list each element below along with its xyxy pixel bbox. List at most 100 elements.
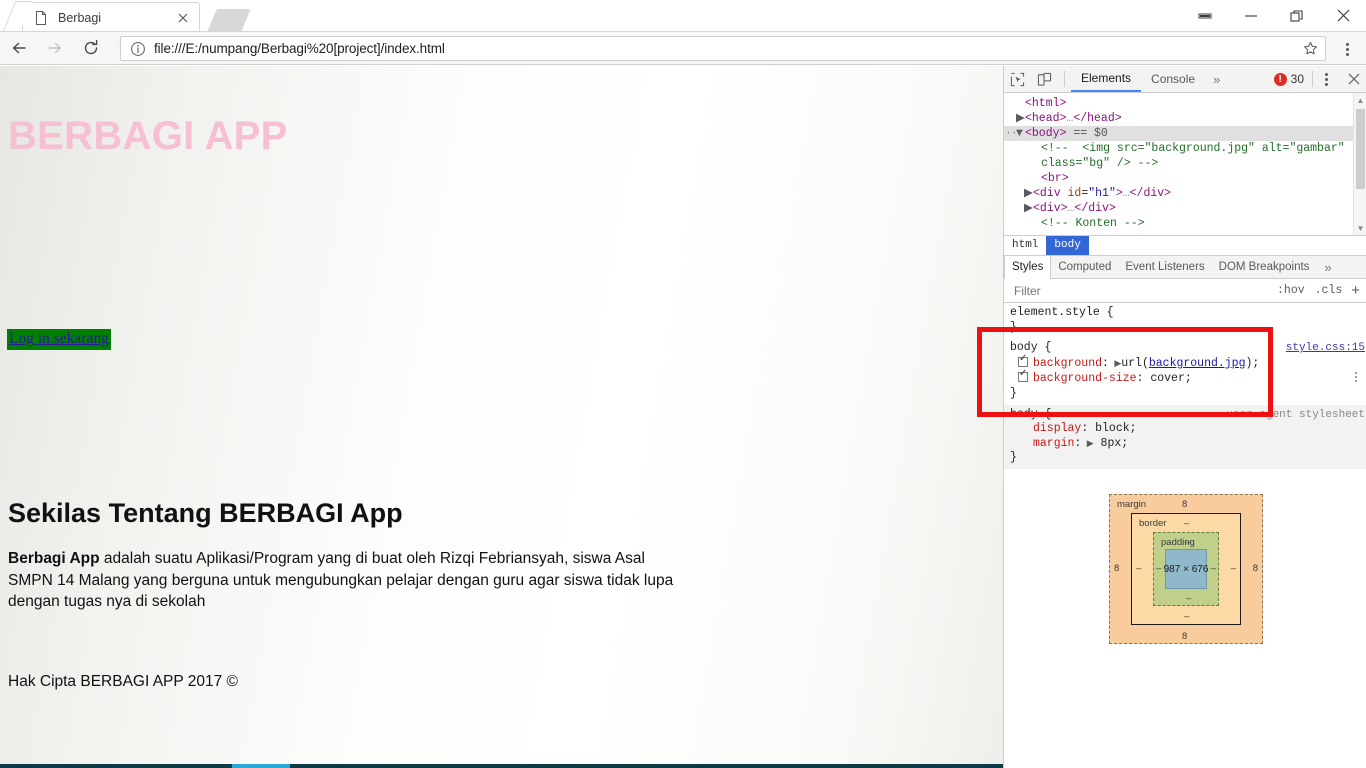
dom-tree-scrollbar[interactable]: ▲ ▼	[1353, 93, 1366, 235]
styles-filter-row: :hov .cls +	[1004, 279, 1366, 303]
minimize-icon[interactable]	[1228, 0, 1274, 31]
more-panels-icon[interactable]: »	[1205, 72, 1228, 87]
css-declaration[interactable]: margin: ▶ 8px;	[1010, 437, 1366, 452]
tab-dom-breakpoints[interactable]: DOM Breakpoints	[1212, 256, 1317, 279]
box-model-diagram: 987 × 676 margin border padding 8 8 8 8 …	[1109, 494, 1263, 644]
dom-tree-node[interactable]: <html>	[1004, 96, 1366, 111]
box-model-border-left: –	[1136, 563, 1142, 574]
star-icon[interactable]	[1298, 37, 1322, 61]
css-property: display	[1033, 422, 1082, 436]
box-model-margin-top: 8	[1182, 499, 1188, 510]
body-paragraph: Berbagi App adalah suatu Aplikasi/Progra…	[8, 548, 688, 613]
tab-styles[interactable]: Styles	[1004, 255, 1052, 279]
device-toolbar-icon[interactable]	[1031, 66, 1058, 92]
three-dot-menu-icon[interactable]	[1334, 37, 1360, 61]
devtools-close-icon[interactable]	[1340, 66, 1366, 92]
css-rule[interactable]: element.style {}	[1004, 303, 1366, 338]
declaration-checkbox[interactable]	[1018, 369, 1028, 383]
css-value: block;	[1088, 422, 1137, 436]
css-value-link: background.jpg	[1148, 356, 1246, 370]
error-count-badge[interactable]: ! 30	[1273, 72, 1312, 86]
login-link[interactable]: Log in sekarang	[7, 329, 111, 350]
new-style-rule-button[interactable]: +	[1347, 282, 1366, 299]
css-rule-selector[interactable]: element.style {	[1010, 306, 1366, 321]
page-title: BERBAGI APP	[8, 114, 288, 158]
expand-arrow-icon: ▶	[1108, 358, 1122, 369]
dom-tree-node[interactable]: ··· ▼ <body> == $0	[1004, 126, 1366, 141]
css-rule[interactable]: body {user agent stylesheet display: bloc…	[1004, 404, 1366, 469]
breadcrumb: html body	[1004, 235, 1366, 255]
dom-tree-node[interactable]: ▶<head>…</head>	[1004, 111, 1366, 126]
cls-toggle[interactable]: .cls	[1310, 284, 1348, 297]
arrow-right-icon[interactable]	[38, 33, 72, 63]
error-icon: !	[1273, 72, 1287, 86]
box-model-padding-right: –	[1210, 563, 1216, 574]
breadcrumb-item-body[interactable]: body	[1046, 236, 1089, 255]
node-menu-icon[interactable]: ···	[1005, 126, 1024, 141]
css-declaration[interactable]: background: ▶url(background.jpg);	[1010, 354, 1366, 372]
breadcrumb-item-html[interactable]: html	[1004, 236, 1046, 255]
tab-computed[interactable]: Computed	[1051, 256, 1118, 279]
window-controls	[1182, 0, 1366, 31]
hov-toggle[interactable]: :hov	[1272, 284, 1310, 297]
tab-console[interactable]: Console	[1141, 66, 1205, 92]
more-styles-tabs-icon[interactable]: »	[1316, 260, 1339, 275]
close-icon[interactable]	[173, 8, 193, 28]
scroll-up-icon[interactable]: ▲	[1354, 93, 1366, 107]
maximize-icon[interactable]	[1274, 0, 1320, 31]
disclosure-triangle-icon[interactable]	[1032, 156, 1041, 171]
styles-tab-bar: Styles Computed Event Listeners DOM Brea…	[1004, 255, 1366, 279]
new-tab-button[interactable]	[207, 9, 251, 32]
box-model-margin-label: margin	[1117, 499, 1147, 510]
box-model-padding-bottom: –	[1186, 593, 1192, 604]
tab-elements[interactable]: Elements	[1071, 66, 1142, 92]
styles-filter-input[interactable]	[1012, 282, 1273, 299]
declaration-checkbox[interactable]	[1018, 354, 1028, 367]
disclosure-triangle-icon[interactable]	[1032, 171, 1041, 186]
reload-icon[interactable]	[74, 33, 108, 63]
disclosure-triangle-icon[interactable]: ▶	[1016, 111, 1025, 126]
dom-tree[interactable]: <html> ▶<head>…</head> ··· ▼ <body> == $0 <!…	[1004, 93, 1366, 235]
tab-strip: Berbagi	[0, 0, 1366, 32]
info-circle-icon[interactable]	[130, 41, 146, 57]
section-heading: Sekilas Tentang BERBAGI App	[8, 498, 403, 528]
dom-tree-node[interactable]: ▶<div id="h1">…</div>	[1004, 186, 1366, 201]
css-property: background	[1033, 356, 1103, 370]
css-rule[interactable]: body {style.css:15background: ▶url(backg…	[1004, 338, 1366, 404]
address-bar-url[interactable]: file:///E:/numpang/Berbagi%20[project]/i…	[154, 41, 1298, 56]
address-bar[interactable]: file:///E:/numpang/Berbagi%20[project]/i…	[120, 36, 1326, 61]
dom-tree-node[interactable]: ▶<div>…</div>	[1004, 201, 1366, 216]
disclosure-triangle-icon[interactable]	[1016, 96, 1025, 111]
disclosure-triangle-icon[interactable]	[1032, 216, 1041, 231]
window-restore-small-icon[interactable]	[1182, 0, 1228, 31]
dom-tree-node[interactable]: class="bg" /> -->	[1004, 156, 1366, 171]
tab-event-listeners[interactable]: Event Listeners	[1118, 256, 1211, 279]
close-icon[interactable]	[1320, 0, 1366, 31]
arrow-left-icon[interactable]	[2, 33, 36, 63]
scroll-down-icon[interactable]: ▼	[1354, 221, 1366, 235]
devtools-toolbar: Elements Console » ! 30	[1004, 66, 1366, 93]
css-declaration[interactable]: background-size: cover;	[1010, 369, 1366, 387]
css-rule-kebab-icon[interactable]	[1355, 372, 1357, 383]
toolbar-divider	[1064, 71, 1065, 87]
devtools-settings-menu-icon[interactable]	[1313, 66, 1340, 92]
tab-title: Berbagi	[58, 10, 102, 25]
dom-tree-node[interactable]: <!-- <img src="background.jpg" alt="gamb…	[1004, 141, 1366, 156]
css-value: url(background.jpg);	[1121, 356, 1260, 370]
box-model-margin-bottom: 8	[1182, 631, 1188, 642]
css-rule-close-brace: }	[1010, 320, 1017, 334]
dom-tree-node[interactable]: <br>	[1004, 171, 1366, 186]
dom-tree-node[interactable]: <!-- Konten -->	[1004, 216, 1366, 231]
disclosure-triangle-icon[interactable]: ▶	[1024, 201, 1033, 216]
taskbar-active-indicator	[232, 764, 290, 768]
css-value: 8px;	[1093, 436, 1129, 450]
css-rule-source-link[interactable]: style.css:15	[1286, 341, 1365, 356]
taskbar-strip	[0, 764, 1003, 768]
disclosure-triangle-icon[interactable]: ▶	[1024, 186, 1033, 201]
scrollbar-thumb[interactable]	[1356, 109, 1365, 189]
disclosure-triangle-icon[interactable]	[1032, 141, 1041, 156]
browser-tab-berbagi[interactable]: Berbagi	[22, 2, 200, 32]
copyright-footer: Hak Cipta BERBAGI APP 2017 ©	[8, 673, 238, 690]
css-declaration[interactable]: display: block;	[1010, 422, 1366, 437]
inspect-element-icon[interactable]	[1004, 66, 1031, 92]
